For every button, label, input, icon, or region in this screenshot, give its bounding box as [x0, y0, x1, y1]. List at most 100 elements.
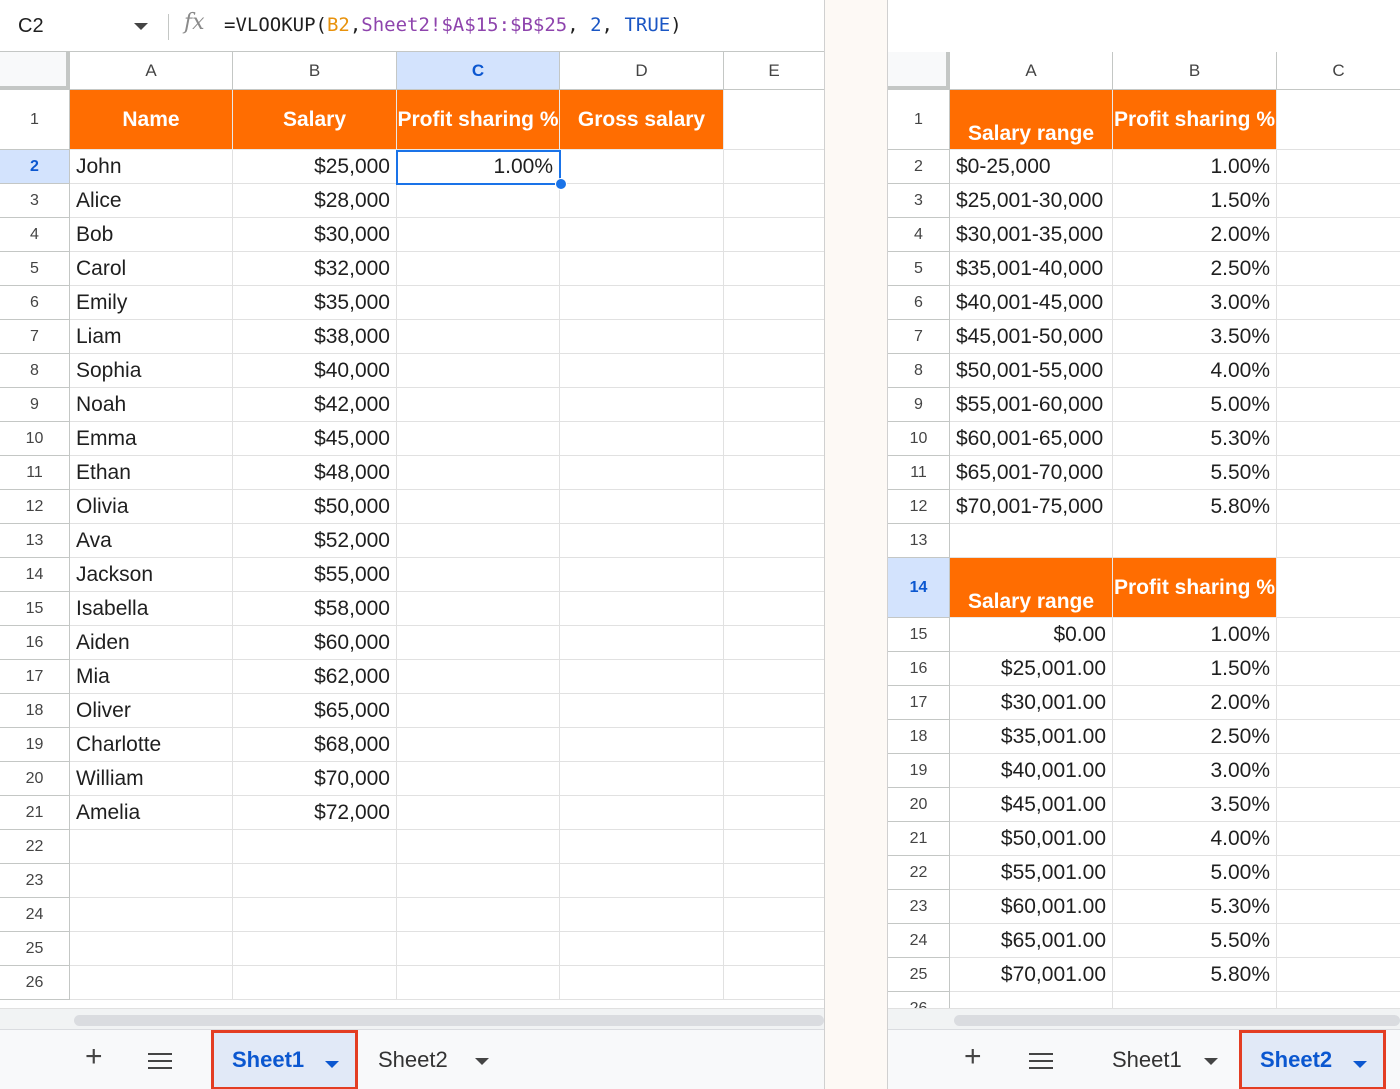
- table-cell[interactable]: [560, 456, 724, 490]
- empty-cell[interactable]: [1113, 524, 1277, 558]
- row-header-7[interactable]: 7: [0, 320, 70, 354]
- table-cell[interactable]: $40,001.00: [950, 754, 1113, 788]
- table-cell[interactable]: [560, 150, 724, 184]
- row-header-10[interactable]: 10: [0, 422, 70, 456]
- row-header-25[interactable]: 25: [0, 932, 70, 966]
- table-cell[interactable]: [560, 558, 724, 592]
- table-cell[interactable]: [1277, 388, 1400, 422]
- row-header-19[interactable]: 19: [0, 728, 70, 762]
- table-cell[interactable]: 5.30%: [1113, 422, 1277, 456]
- horizontal-scrollbar[interactable]: [888, 1008, 1400, 1030]
- table-cell[interactable]: 2.00%: [1113, 218, 1277, 252]
- fill-handle[interactable]: [555, 178, 567, 190]
- table-cell[interactable]: [397, 660, 560, 694]
- row-header-8[interactable]: 8: [888, 354, 950, 388]
- table-cell[interactable]: [1277, 652, 1400, 686]
- table-cell[interactable]: [560, 490, 724, 524]
- table-cell[interactable]: $42,000: [233, 388, 397, 422]
- table-cell[interactable]: [724, 456, 824, 490]
- table-cell[interactable]: William: [70, 762, 233, 796]
- table-cell[interactable]: 5.00%: [1113, 856, 1277, 890]
- table-cell[interactable]: Alice: [70, 184, 233, 218]
- table-cell[interactable]: [724, 422, 824, 456]
- table-cell[interactable]: $55,000: [233, 558, 397, 592]
- column-header-c[interactable]: C: [1277, 52, 1400, 90]
- row-header-13[interactable]: 13: [888, 524, 950, 558]
- table-cell[interactable]: Sophia: [70, 354, 233, 388]
- table-cell[interactable]: [724, 626, 824, 660]
- table-cell[interactable]: [724, 830, 824, 864]
- table-cell[interactable]: [560, 762, 724, 796]
- table-cell[interactable]: [397, 422, 560, 456]
- table-cell[interactable]: [724, 728, 824, 762]
- table-cell[interactable]: 3.50%: [1113, 788, 1277, 822]
- table-cell[interactable]: $65,000: [233, 694, 397, 728]
- table-cell[interactable]: [1277, 754, 1400, 788]
- row-header-3[interactable]: 3: [0, 184, 70, 218]
- table-cell[interactable]: 5.50%: [1113, 924, 1277, 958]
- table-cell[interactable]: Bob: [70, 218, 233, 252]
- chevron-down-icon[interactable]: [134, 23, 148, 30]
- table-cell[interactable]: [1277, 686, 1400, 720]
- row-header-9[interactable]: 9: [0, 388, 70, 422]
- table-cell[interactable]: Olivia: [70, 490, 233, 524]
- table-cell[interactable]: [397, 320, 560, 354]
- table-cell[interactable]: $70,001-75,000: [950, 490, 1113, 524]
- row-header-1[interactable]: 1: [888, 90, 950, 150]
- table-cell[interactable]: [560, 524, 724, 558]
- formula-input[interactable]: =VLOOKUP(B2,Sheet2!$A$15:$B$25, 2, TRUE): [224, 14, 682, 36]
- select-all-corner[interactable]: [888, 52, 950, 90]
- row-header-19[interactable]: 19: [888, 754, 950, 788]
- table-cell[interactable]: [724, 218, 824, 252]
- table-cell[interactable]: 2.50%: [1113, 252, 1277, 286]
- table-cell[interactable]: Amelia: [70, 796, 233, 830]
- table-cell[interactable]: [397, 558, 560, 592]
- table-cell[interactable]: $0-25,000: [950, 150, 1113, 184]
- table-cell[interactable]: [397, 762, 560, 796]
- table-cell[interactable]: [233, 864, 397, 898]
- table-cell[interactable]: [560, 184, 724, 218]
- table-cell[interactable]: $40,001-45,000: [950, 286, 1113, 320]
- table-cell[interactable]: $25,001.00: [950, 652, 1113, 686]
- table-cell[interactable]: [397, 796, 560, 830]
- column-header-a[interactable]: A: [950, 52, 1113, 90]
- table-cell[interactable]: [397, 966, 560, 1000]
- table-cell[interactable]: [397, 864, 560, 898]
- table-cell[interactable]: $25,000: [233, 150, 397, 184]
- chevron-down-icon[interactable]: [1353, 1061, 1367, 1068]
- table-cell[interactable]: [560, 354, 724, 388]
- table-cell[interactable]: $50,001-55,000: [950, 354, 1113, 388]
- empty-cell[interactable]: [1277, 558, 1400, 618]
- header-cell-b[interactable]: Profit sharing %: [1113, 90, 1277, 150]
- table-cell[interactable]: [233, 932, 397, 966]
- table-cell[interactable]: [724, 252, 824, 286]
- tab-sheet1[interactable]: Sheet1: [1094, 1030, 1234, 1089]
- table-cell[interactable]: [397, 830, 560, 864]
- row-header-5[interactable]: 5: [888, 252, 950, 286]
- table-cell[interactable]: [1277, 924, 1400, 958]
- table-cell[interactable]: [1277, 822, 1400, 856]
- table-cell[interactable]: $58,000: [233, 592, 397, 626]
- table-cell[interactable]: [560, 864, 724, 898]
- row-header-16[interactable]: 16: [0, 626, 70, 660]
- table-cell[interactable]: $70,000: [233, 762, 397, 796]
- table-cell[interactable]: Isabella: [70, 592, 233, 626]
- table-cell[interactable]: $55,001-60,000: [950, 388, 1113, 422]
- header-cell-a[interactable]: Name: [70, 90, 233, 150]
- row-header-25[interactable]: 25: [888, 958, 950, 992]
- table-cell[interactable]: $62,000: [233, 660, 397, 694]
- row-header-20[interactable]: 20: [0, 762, 70, 796]
- sheet1-grid[interactable]: A B C D E 1 2 3 4 5 6 7 8 9 10 11 12 13 14 15 16 17 18 19 20 21 22…: [0, 52, 824, 1008]
- chevron-down-icon[interactable]: [475, 1058, 489, 1065]
- row-header-12[interactable]: 12: [0, 490, 70, 524]
- table-cell[interactable]: 1.00%: [1113, 618, 1277, 652]
- table-cell[interactable]: $35,000: [233, 286, 397, 320]
- table-cell[interactable]: [560, 796, 724, 830]
- row-header-26[interactable]: 26: [0, 966, 70, 1000]
- table-cell[interactable]: [724, 898, 824, 932]
- row-header-17[interactable]: 17: [888, 686, 950, 720]
- table-cell[interactable]: Mia: [70, 660, 233, 694]
- table-cell[interactable]: [724, 932, 824, 966]
- table-cell[interactable]: [724, 796, 824, 830]
- table-cell[interactable]: $35,001.00: [950, 720, 1113, 754]
